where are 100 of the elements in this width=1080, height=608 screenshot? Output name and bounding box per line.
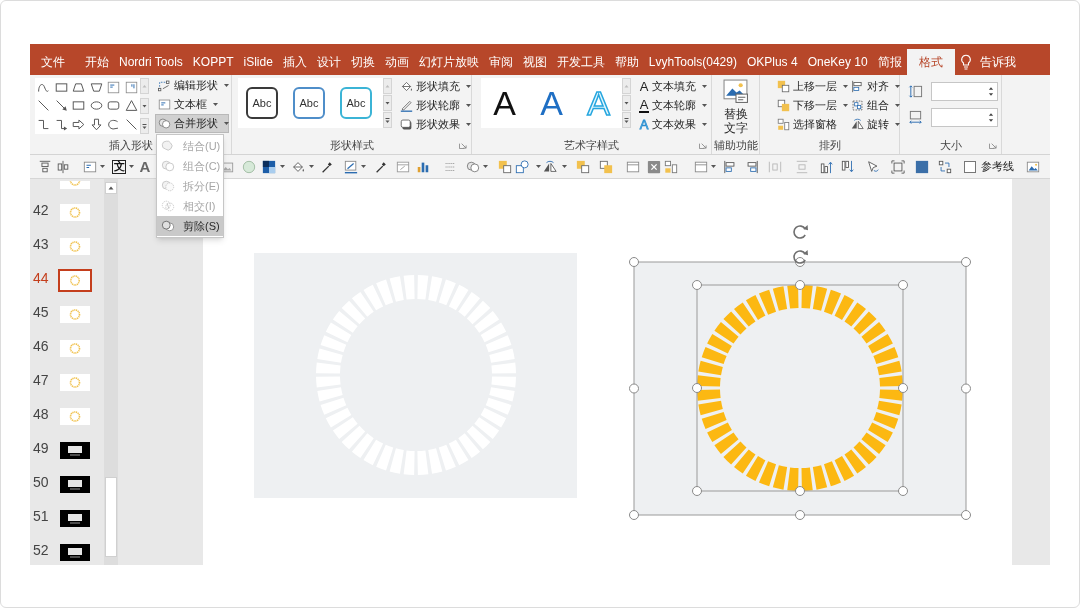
ribbon-button[interactable]: 形状效果 — [397, 115, 471, 134]
selection-pane-icon[interactable] — [664, 159, 678, 174]
menu-tab[interactable]: KOPPT — [187, 49, 239, 75]
lightbulb-icon[interactable] — [959, 54, 972, 70]
ribbon-button[interactable]: 上移一层 — [774, 77, 848, 96]
text-direction-button[interactable]: 文 — [112, 159, 126, 174]
style-swatch[interactable]: Abc — [340, 87, 372, 119]
slide-thumbnail[interactable] — [60, 181, 90, 189]
elbow-connector-icon[interactable] — [37, 118, 51, 132]
caret-icon[interactable] — [562, 165, 567, 168]
cursor-icon[interactable] — [866, 159, 880, 174]
menu-tab[interactable]: LvyhTools(0429) — [643, 49, 742, 75]
menu-tab[interactable]: 开发工具 — [551, 49, 610, 75]
caret-icon[interactable] — [536, 165, 541, 168]
eyedropper-icon[interactable] — [320, 159, 334, 174]
scroll-down-icon[interactable] — [383, 95, 392, 111]
line-color-icon[interactable] — [344, 159, 358, 174]
resize-handle[interactable] — [795, 257, 805, 267]
menu-tab[interactable]: OKPlus 4 — [741, 49, 803, 75]
size-field[interactable] — [931, 108, 998, 127]
slide-thumbnail[interactable] — [60, 340, 90, 357]
menu-tab[interactable]: 切换 — [345, 49, 380, 75]
resize-handle[interactable] — [629, 510, 639, 520]
trapezoid-icon[interactable] — [89, 80, 103, 94]
menu-tab[interactable]: 帮助 — [609, 49, 644, 75]
menu-tab[interactable]: 格式 — [906, 49, 955, 75]
bars-up-icon[interactable] — [820, 159, 834, 174]
ribbon-button[interactable]: A 文本效果 — [636, 115, 710, 134]
rectangle-icon[interactable] — [54, 80, 68, 94]
wordart-sample[interactable]: A — [528, 86, 575, 120]
line-icon[interactable] — [37, 99, 51, 113]
caret-icon[interactable] — [280, 165, 285, 168]
oval-icon[interactable] — [89, 99, 103, 113]
color-squares-icon[interactable] — [262, 159, 276, 174]
edit-box-icon[interactable] — [396, 159, 410, 174]
scroll-up-icon[interactable] — [105, 182, 117, 194]
rotate-handle[interactable] — [793, 225, 808, 239]
tell-me-button[interactable]: 告诉我 — [979, 49, 1016, 75]
ribbon-button[interactable]: 文本框 — [155, 95, 229, 114]
resize-handle[interactable] — [961, 510, 971, 520]
frame-icon[interactable] — [891, 159, 905, 174]
x-box-icon[interactable] — [647, 159, 661, 174]
resize-handle[interactable] — [795, 510, 805, 520]
align-middle-icon[interactable] — [56, 159, 70, 174]
menu-tab[interactable]: 文件 — [36, 49, 70, 75]
ribbon-button[interactable]: 选择窗格 — [774, 115, 848, 134]
scrollbar-thumb[interactable] — [105, 477, 117, 557]
square-icon[interactable] — [915, 159, 929, 174]
slide-thumbnail[interactable] — [60, 510, 90, 527]
ribbon-button[interactable]: 旋转 — [848, 115, 898, 134]
ribbon-button[interactable]: 形状填充 — [397, 77, 471, 96]
stacked-squares-icon[interactable] — [498, 159, 512, 174]
align-left-icon[interactable] — [723, 159, 737, 174]
resize-handle[interactable] — [629, 383, 639, 394]
style-swatch[interactable]: Abc — [293, 87, 325, 119]
resize-handle[interactable] — [898, 383, 908, 393]
triangle-icon[interactable] — [124, 99, 138, 113]
checkbox[interactable] — [964, 160, 976, 173]
caret-icon[interactable] — [100, 165, 105, 168]
elbow-arrow-icon[interactable] — [54, 118, 68, 132]
menu-tab[interactable]: 设计 — [311, 49, 346, 75]
spin-arrows-icon[interactable] — [988, 112, 994, 123]
menu-tab[interactable]: iSlide — [238, 49, 278, 75]
paint-bucket-icon[interactable] — [291, 159, 305, 174]
ribbon-button[interactable]: 形状轮廓 — [397, 96, 471, 115]
more-icon[interactable] — [622, 112, 631, 128]
scroll-down-icon[interactable] — [140, 98, 149, 114]
rectangle-icon[interactable] — [72, 99, 86, 113]
overlapping-circles-icon[interactable] — [466, 159, 480, 174]
down-arrow-icon[interactable] — [89, 118, 103, 132]
menu-tab[interactable]: 简报 — [872, 49, 907, 75]
slide-thumbnail[interactable] — [60, 238, 90, 255]
resize-handle[interactable] — [692, 486, 702, 496]
menu-tab[interactable]: 幻灯片放映 — [413, 49, 484, 75]
arrow-icon[interactable] — [54, 99, 68, 113]
shapes-icon[interactable] — [515, 159, 529, 174]
menu-tab[interactable]: 动画 — [379, 49, 414, 75]
rounded-rectangle-icon[interactable] — [107, 99, 121, 113]
caret-icon[interactable] — [309, 165, 314, 168]
resize-handle[interactable] — [629, 257, 639, 267]
resize-handle[interactable] — [898, 486, 908, 496]
spin-arrows-icon[interactable] — [988, 86, 994, 97]
slide-thumbnail[interactable] — [60, 442, 90, 459]
style-swatch[interactable]: Abc — [246, 87, 278, 119]
resize-handle[interactable] — [898, 280, 908, 290]
eyedropper-icon[interactable] — [374, 159, 388, 174]
stacked-squares-icon[interactable] — [599, 159, 613, 174]
alt-text-button[interactable]: 替换文字 — [722, 79, 749, 135]
align-top-icon[interactable] — [38, 159, 52, 174]
slide-thumbnail[interactable] — [60, 374, 90, 391]
caret-icon[interactable] — [711, 165, 716, 168]
menu-tab[interactable]: Nordri Tools — [114, 49, 188, 75]
menu-tab[interactable]: 视图 — [517, 49, 552, 75]
picture-icon[interactable] — [1026, 159, 1040, 174]
slide-thumbnail[interactable] — [60, 306, 90, 323]
text-box-icon[interactable] — [107, 80, 121, 94]
align-right-icon[interactable] — [745, 159, 759, 174]
more-icon[interactable] — [383, 112, 392, 128]
slide-thumbnail[interactable] — [60, 408, 90, 425]
slide-thumbnail[interactable] — [60, 544, 90, 561]
